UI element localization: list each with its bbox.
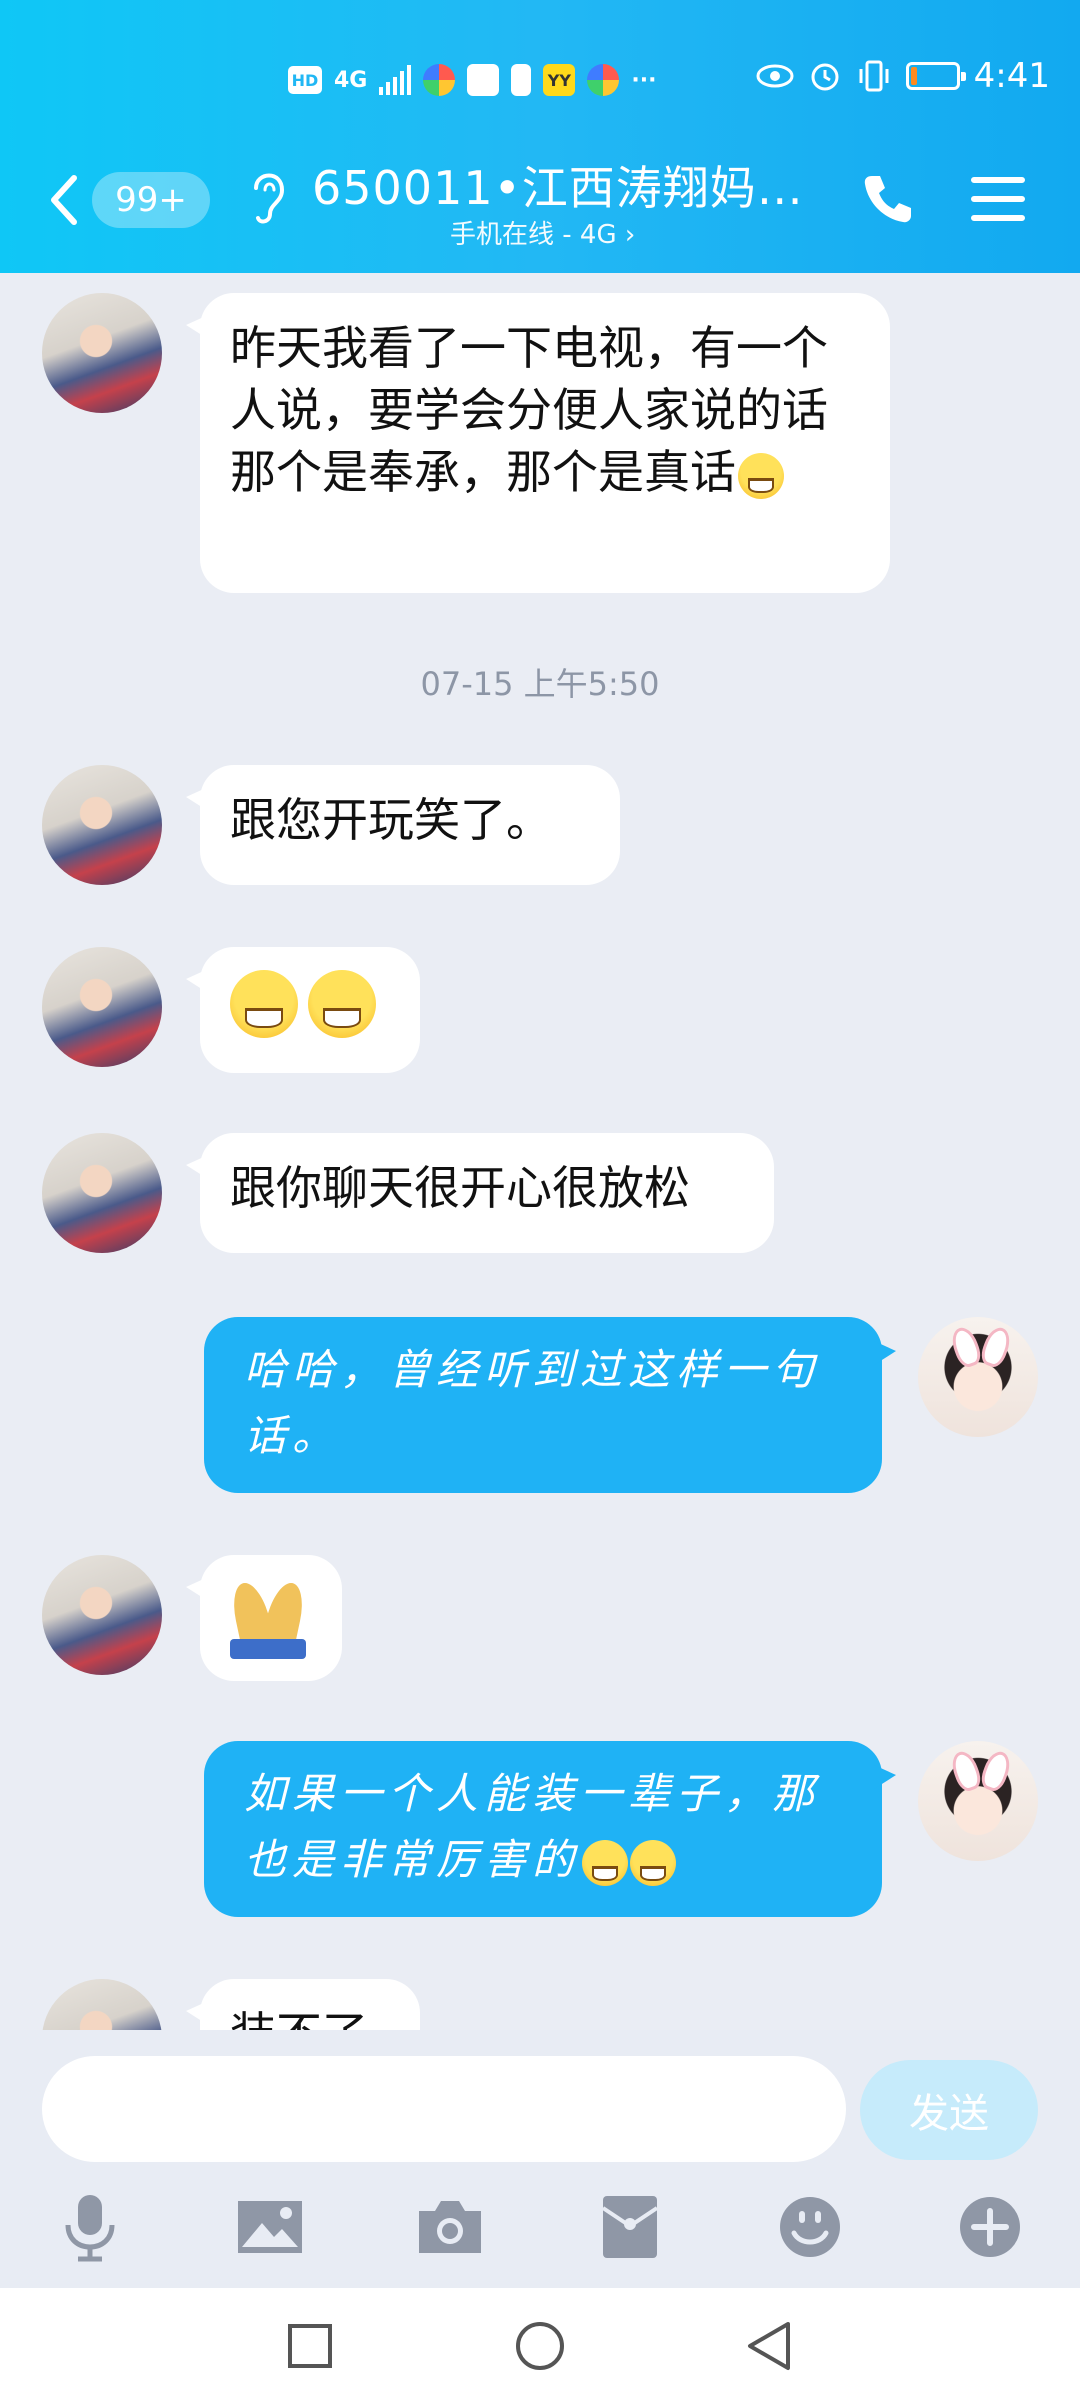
grin-emoji-icon <box>582 1840 629 1886</box>
red-packet-icon[interactable] <box>585 2182 675 2272</box>
laughing-tears-emoji-icon <box>738 452 784 499</box>
network-type: 4G <box>334 67 368 93</box>
send-button[interactable]: 发送 <box>860 2060 1038 2160</box>
vibrate-icon <box>859 60 889 92</box>
system-navigation-bar <box>0 2288 1080 2400</box>
message-bubble-incoming[interactable]: 跟您开玩笑了。 <box>186 765 620 885</box>
status-right: 4:41 <box>756 56 1050 96</box>
microphone-icon[interactable] <box>45 2182 135 2272</box>
pray-emoji-icon <box>226 1575 310 1659</box>
alert-notification-icon <box>511 64 532 96</box>
input-bar: 发送 <box>0 2030 1080 2288</box>
camera-icon[interactable] <box>405 2182 495 2272</box>
message-text: 装不了 <box>230 2007 368 2030</box>
eye-icon <box>756 64 794 88</box>
contact-avatar[interactable] <box>42 765 162 885</box>
message-bubble-incoming[interactable]: 跟你聊天很开心很放松 <box>186 1133 774 1253</box>
app-notification-icon <box>423 64 456 96</box>
message-input[interactable] <box>42 2056 846 2162</box>
ear-icon[interactable] <box>248 164 290 228</box>
message-list[interactable]: 昨天我看了一下电视，有一个人说，要学会分便人家说的话那个是奉承，那个是真话 07… <box>0 273 1080 2030</box>
message-bubble-incoming[interactable] <box>186 1555 342 1681</box>
message-bubble-incoming[interactable] <box>186 947 420 1073</box>
more-notifications: ··· <box>631 67 657 93</box>
app-notification-icon-2 <box>587 64 620 96</box>
browser-notification-icon <box>467 64 500 96</box>
message-timestamp: 07-15 上午5:50 <box>420 665 660 703</box>
message-text: 跟您开玩笑了。 <box>230 793 552 847</box>
emoji-icon[interactable] <box>765 2182 855 2272</box>
home-icon[interactable] <box>510 2316 570 2376</box>
back-icon[interactable] <box>44 172 84 228</box>
contact-avatar[interactable] <box>42 1133 162 1253</box>
input-toolbar <box>0 2182 1080 2282</box>
my-avatar[interactable] <box>918 1741 1038 1861</box>
menu-icon[interactable] <box>970 174 1026 224</box>
status-bar: HD 4G YY ··· 4:41 <box>0 0 1080 160</box>
chat-title[interactable]: 650011•江西涛翔妈g... <box>312 152 832 218</box>
back-nav-icon[interactable] <box>740 2316 800 2376</box>
contact-avatar[interactable] <box>42 1979 162 2030</box>
grin-emoji-icon <box>630 1840 677 1886</box>
my-avatar[interactable] <box>918 1317 1038 1437</box>
message-text: 如果一个人能装一辈子，那也是非常厉害的 <box>244 1769 821 1884</box>
hd-icon: HD <box>288 66 322 94</box>
status-icons: HD 4G YY ··· <box>288 60 656 100</box>
signal-icon <box>379 65 412 95</box>
grin-emoji-icon <box>308 969 376 1038</box>
plus-icon[interactable] <box>945 2182 1035 2272</box>
contact-avatar[interactable] <box>42 947 162 1067</box>
message-bubble-outgoing[interactable]: 哈哈，曾经听到过这样一句话。 <box>204 1317 896 1493</box>
phone-icon[interactable] <box>860 170 916 226</box>
message-bubble-outgoing[interactable]: 如果一个人能装一辈子，那也是非常厉害的 <box>204 1741 896 1917</box>
nav-bar: 99+ 650011•江西涛翔妈g... 手机在线 - 4G › <box>0 150 1080 260</box>
message-bubble-incoming[interactable]: 装不了 <box>186 1979 420 2030</box>
contact-avatar[interactable] <box>42 1555 162 1675</box>
chat-header: HD 4G YY ··· 4:41 99+ 650011•江西涛翔妈g... 手… <box>0 0 1080 273</box>
message-bubble-incoming[interactable]: 昨天我看了一下电视，有一个人说，要学会分便人家说的话那个是奉承，那个是真话 <box>186 293 890 593</box>
message-text: 跟你聊天很开心很放松 <box>230 1161 690 1215</box>
clock: 4:41 <box>973 56 1050 96</box>
alarm-icon <box>811 63 839 91</box>
yy-notification-icon: YY <box>543 64 576 96</box>
unread-badge[interactable]: 99+ <box>92 172 210 228</box>
contact-avatar[interactable] <box>42 293 162 413</box>
message-text: 哈哈，曾经听到过这样一句话。 <box>244 1345 821 1460</box>
battery-icon <box>905 62 966 90</box>
grin-emoji-icon <box>230 969 298 1038</box>
image-icon[interactable] <box>225 2182 315 2272</box>
online-status[interactable]: 手机在线 - 4G › <box>450 214 635 251</box>
recent-apps-icon[interactable] <box>280 2316 340 2376</box>
